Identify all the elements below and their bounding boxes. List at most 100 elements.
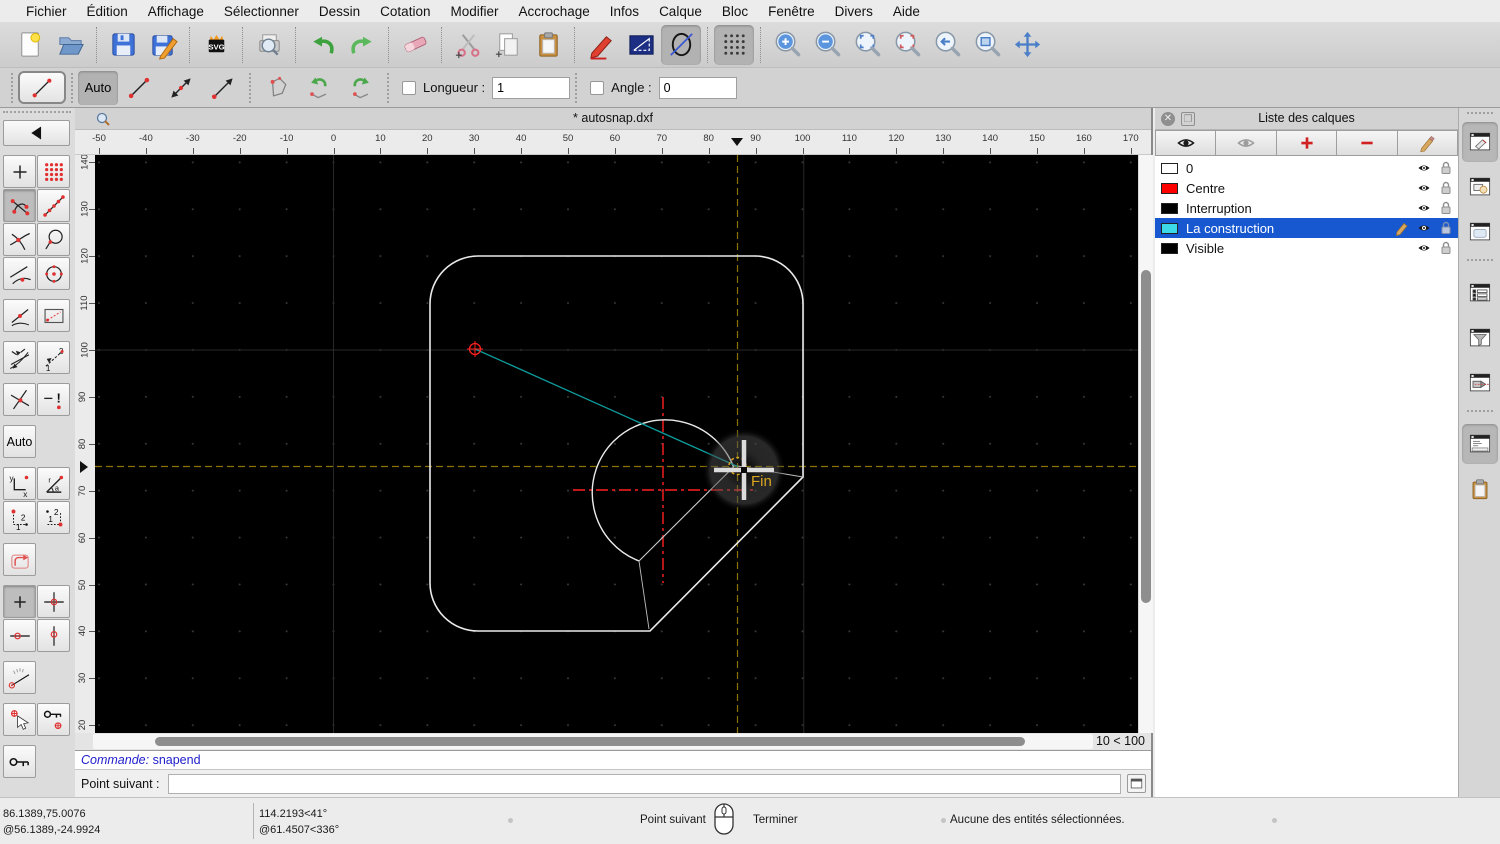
add-layer-button[interactable] bbox=[1276, 130, 1338, 156]
drawing-canvas[interactable]: Fin bbox=[95, 155, 1138, 733]
snap-endpoints-button[interactable] bbox=[3, 189, 36, 222]
lock-relative-zero-button[interactable] bbox=[37, 703, 70, 736]
draft-mode-button[interactable] bbox=[621, 25, 661, 65]
toolbar-drag-handle[interactable] bbox=[387, 72, 389, 103]
line-segments-button[interactable] bbox=[118, 71, 160, 105]
restrict-nothing-button[interactable] bbox=[3, 585, 36, 618]
angle-input[interactable] bbox=[658, 76, 737, 99]
layer-color-swatch[interactable] bbox=[1161, 222, 1178, 234]
length-checkbox[interactable] bbox=[402, 80, 416, 95]
layer-visibility-eye-icon[interactable] bbox=[1416, 240, 1432, 256]
line-auto-mode-button[interactable]: Auto bbox=[78, 70, 118, 105]
menu-bloc[interactable]: Bloc bbox=[712, 4, 758, 19]
snap-center-button[interactable] bbox=[37, 257, 70, 290]
corner-second-first-button[interactable]: 12 bbox=[37, 501, 70, 534]
open-drawing-button[interactable] bbox=[50, 25, 90, 65]
snap-tangent-button[interactable] bbox=[3, 257, 36, 290]
drawing-window-titlebar[interactable]: * autosnap.dxf bbox=[75, 108, 1151, 130]
layer-lock-icon[interactable] bbox=[1438, 180, 1454, 196]
angle-checkbox[interactable] bbox=[590, 80, 605, 95]
layer-row-la-construction[interactable]: La construction bbox=[1155, 218, 1458, 238]
layer-lock-icon[interactable] bbox=[1438, 200, 1454, 216]
hide-all-layers-button[interactable] bbox=[1216, 130, 1277, 156]
zoom-in-button[interactable] bbox=[767, 25, 807, 65]
current-tool-button[interactable] bbox=[18, 71, 66, 104]
close-polyline-button[interactable] bbox=[256, 71, 298, 105]
menu-edition[interactable]: Édition bbox=[77, 4, 138, 19]
coordinate-polar-button[interactable]: ra bbox=[37, 467, 70, 500]
line-both-directions-button[interactable] bbox=[160, 71, 202, 105]
toolbar-drag-handle[interactable] bbox=[11, 72, 13, 103]
toolbar-drag-handle[interactable] bbox=[249, 72, 251, 103]
save-as-button[interactable] bbox=[143, 25, 183, 65]
toggle-layer-list-button[interactable] bbox=[1461, 122, 1498, 162]
snap-angle-button[interactable] bbox=[3, 661, 36, 694]
back-button[interactable] bbox=[3, 120, 70, 146]
menu-fenetre[interactable]: Fenêtre bbox=[758, 4, 825, 19]
menu-aide[interactable]: Aide bbox=[883, 4, 930, 19]
zoom-pan-button[interactable] bbox=[1007, 25, 1047, 65]
layer-lock-icon[interactable] bbox=[1438, 240, 1454, 256]
show-all-layers-button[interactable] bbox=[1155, 130, 1217, 156]
command-input[interactable] bbox=[167, 773, 1121, 794]
snap-free-button[interactable] bbox=[3, 155, 36, 188]
delete-entities-button[interactable] bbox=[395, 25, 435, 65]
snap-on-entity-button[interactable] bbox=[37, 189, 70, 222]
snap-distance-points-button[interactable]: 12 bbox=[37, 341, 70, 374]
toggle-block-list-button[interactable] bbox=[1462, 167, 1498, 207]
export-svg-button[interactable]: SVG bbox=[196, 25, 236, 65]
undo-button[interactable] bbox=[302, 25, 342, 65]
toggle-library-browser-button[interactable] bbox=[1462, 212, 1498, 252]
cut-button[interactable] bbox=[448, 25, 488, 65]
vertical-scrollbar[interactable] bbox=[1138, 155, 1153, 733]
menu-infos[interactable]: Infos bbox=[600, 4, 649, 19]
menu-selectionner[interactable]: Sélectionner bbox=[214, 4, 309, 19]
corner-first-second-button[interactable]: 12 bbox=[3, 501, 36, 534]
restrict-orthogonal-button[interactable] bbox=[3, 543, 36, 576]
zoom-auto-button[interactable] bbox=[847, 25, 887, 65]
menu-affichage[interactable]: Affichage bbox=[138, 4, 214, 19]
zoom-window-button[interactable] bbox=[967, 25, 1007, 65]
toolbar-drag-handle[interactable] bbox=[575, 72, 578, 103]
menu-cotation[interactable]: Cotation bbox=[370, 4, 440, 19]
toggle-command-line-button[interactable] bbox=[1461, 424, 1498, 464]
menu-modifier[interactable]: Modifier bbox=[440, 4, 508, 19]
redo-button[interactable] bbox=[342, 25, 382, 65]
horizontal-scrollbar-thumb[interactable] bbox=[155, 737, 1025, 746]
layer-color-swatch[interactable] bbox=[1161, 242, 1178, 254]
edit-entity-button[interactable] bbox=[581, 25, 621, 65]
layer-visibility-eye-icon[interactable] bbox=[1416, 180, 1432, 196]
undo-segment-button[interactable] bbox=[298, 71, 340, 105]
toggle-clipboard-button[interactable] bbox=[1462, 469, 1498, 509]
menu-fichier[interactable]: Fichier bbox=[16, 4, 77, 19]
restrict-horizontal-button[interactable] bbox=[3, 619, 36, 652]
snap-distance-button[interactable] bbox=[37, 299, 70, 332]
horizontal-scrollbar[interactable] bbox=[93, 734, 1093, 749]
sidebar-drag-handle[interactable] bbox=[3, 111, 71, 117]
lock-layer-button[interactable] bbox=[3, 745, 36, 778]
snap-nearest-button[interactable] bbox=[3, 341, 36, 374]
snap-intersection-manual-button[interactable]: ! bbox=[37, 383, 70, 416]
set-relative-zero-button[interactable] bbox=[3, 703, 36, 736]
toggle-pen-palette-button[interactable] bbox=[1462, 363, 1498, 403]
menu-calque[interactable]: Calque bbox=[649, 4, 712, 19]
snap-intersection-auto-button[interactable] bbox=[3, 383, 36, 416]
command-options-button[interactable] bbox=[1127, 774, 1146, 793]
zoom-out-button[interactable] bbox=[807, 25, 847, 65]
layer-row-0[interactable]: 0 bbox=[1155, 158, 1458, 178]
menu-accrochage[interactable]: Accrochage bbox=[508, 4, 599, 19]
snap-auto-button[interactable]: Auto bbox=[3, 425, 36, 458]
layer-row-centre[interactable]: Centre bbox=[1155, 178, 1458, 198]
toggle-selection-filter-button[interactable] bbox=[1462, 318, 1498, 358]
vertical-scrollbar-thumb[interactable] bbox=[1141, 270, 1151, 603]
menu-divers[interactable]: Divers bbox=[825, 4, 883, 19]
paste-button[interactable] bbox=[528, 25, 568, 65]
layer-visibility-eye-icon[interactable] bbox=[1416, 200, 1432, 216]
new-drawing-button[interactable] bbox=[10, 25, 50, 65]
redo-segment-button[interactable] bbox=[340, 71, 382, 105]
length-input[interactable] bbox=[492, 76, 571, 99]
layer-color-swatch[interactable] bbox=[1161, 182, 1178, 194]
zoom-back-button[interactable] bbox=[927, 25, 967, 65]
save-button[interactable] bbox=[103, 25, 143, 65]
restrict-orthogonal-both-button[interactable] bbox=[37, 585, 70, 618]
